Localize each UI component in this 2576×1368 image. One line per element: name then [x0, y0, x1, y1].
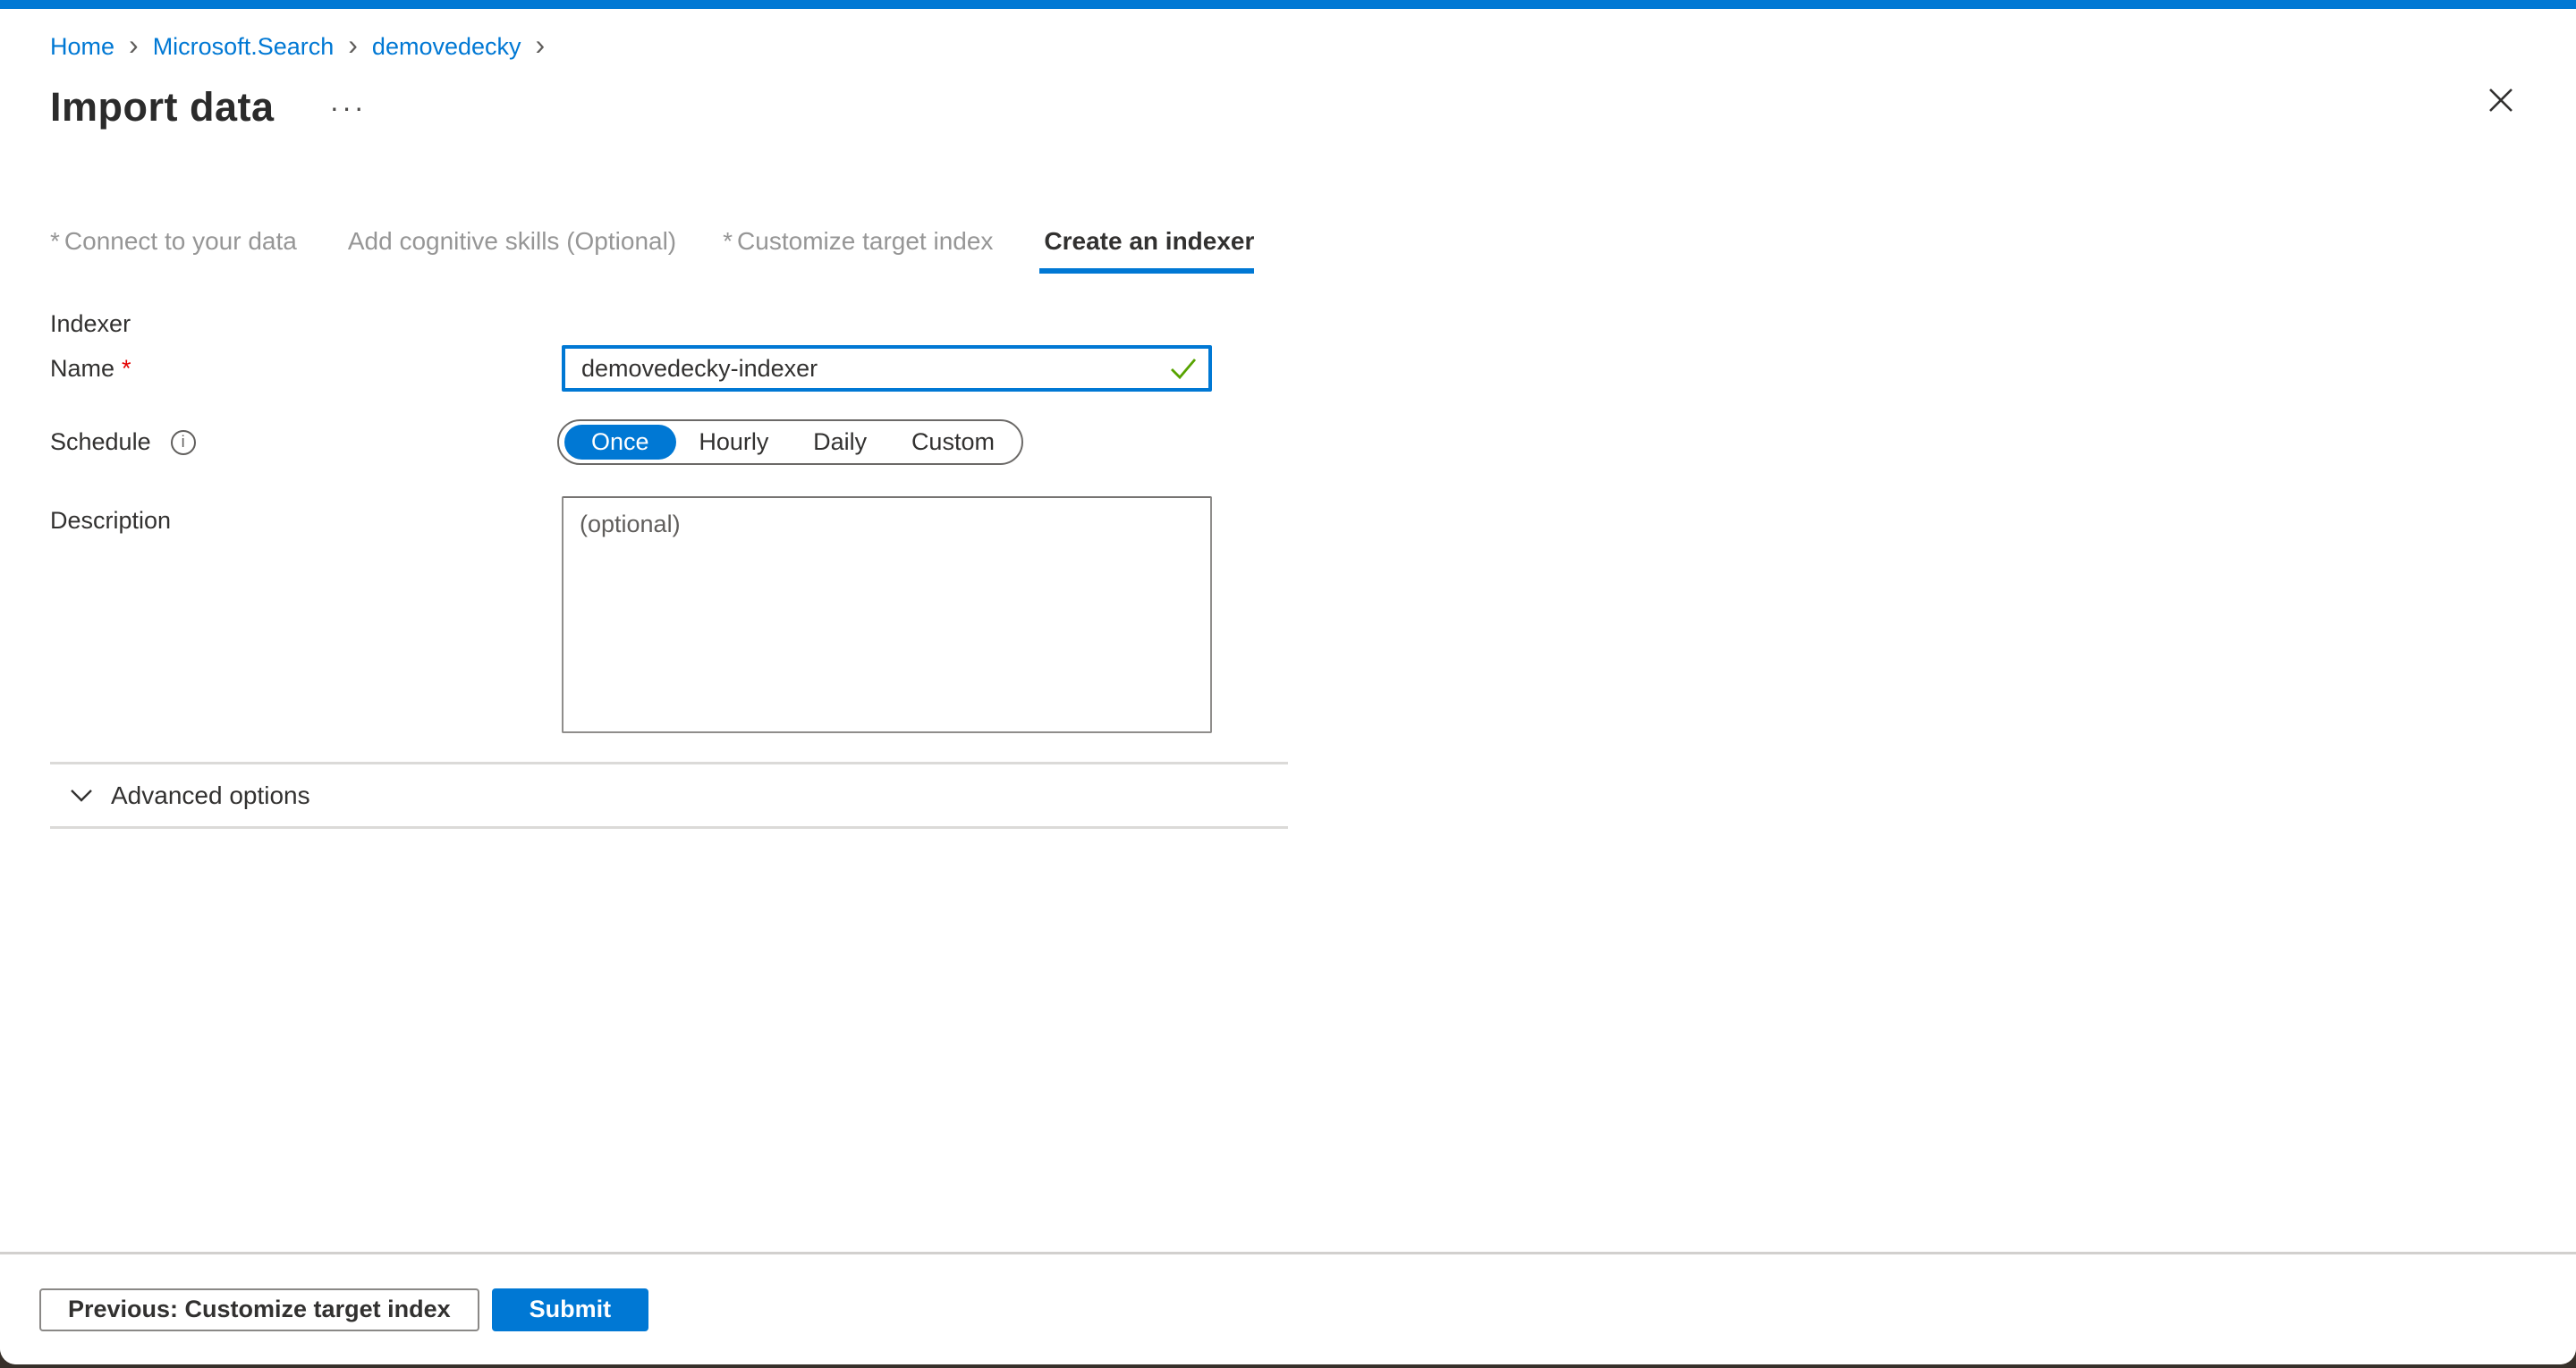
- close-icon: [2486, 85, 2516, 115]
- breadcrumb: Home › Microsoft.Search › demovedecky ›: [50, 30, 2526, 63]
- required-asterisk: *: [122, 355, 131, 383]
- import-data-panel: Home › Microsoft.Search › demovedecky › …: [0, 0, 2576, 1364]
- schedule-label: Schedule i: [50, 428, 562, 456]
- tab-label: Create an indexer: [1044, 227, 1254, 256]
- name-row: Name *: [50, 345, 2526, 392]
- schedule-option-daily[interactable]: Daily: [792, 428, 888, 456]
- description-label-text: Description: [50, 507, 171, 535]
- breadcrumb-service-link[interactable]: Microsoft.Search: [153, 33, 335, 61]
- name-label-text: Name: [50, 355, 114, 383]
- page-content: Home › Microsoft.Search › demovedecky › …: [0, 30, 2576, 829]
- schedule-row: Schedule i Once Hourly Daily Custom: [50, 419, 2526, 465]
- indexer-name-input[interactable]: [562, 345, 1212, 392]
- tab-create-an-indexer[interactable]: Create an indexer: [1039, 227, 1254, 274]
- breadcrumb-home-link[interactable]: Home: [50, 33, 114, 61]
- name-input-wrap: [562, 345, 1212, 392]
- advanced-options-toggle[interactable]: Advanced options: [50, 764, 1288, 829]
- schedule-label-text: Schedule: [50, 428, 151, 456]
- schedule-option-custom[interactable]: Custom: [890, 428, 1016, 456]
- tab-label: Customize target index: [737, 227, 993, 256]
- submit-button[interactable]: Submit: [492, 1288, 649, 1331]
- schedule-option-once[interactable]: Once: [564, 425, 676, 460]
- footer-bar: Previous: Customize target index Submit: [0, 1252, 2576, 1364]
- schedule-option-hourly[interactable]: Hourly: [677, 428, 790, 456]
- close-button[interactable]: [2481, 80, 2521, 120]
- description-row: Description: [50, 496, 2526, 733]
- advanced-options-label: Advanced options: [111, 781, 310, 810]
- breadcrumb-resource-link[interactable]: demovedecky: [372, 33, 521, 61]
- chevron-down-icon: [70, 789, 93, 802]
- info-icon[interactable]: i: [171, 430, 196, 455]
- accent-topbar: [0, 0, 2576, 9]
- indexer-section-label: Indexer: [50, 308, 2526, 340]
- chevron-right-icon: ›: [536, 31, 546, 58]
- page-title: Import data: [50, 84, 275, 131]
- tab-connect-to-your-data[interactable]: * Connect to your data: [50, 227, 297, 274]
- chevron-right-icon: ›: [348, 31, 358, 58]
- valid-checkmark-icon: [1169, 356, 1198, 385]
- tab-add-cognitive-skills[interactable]: Add cognitive skills (Optional): [343, 227, 676, 274]
- name-label: Name *: [50, 355, 562, 383]
- schedule-pill-group: Once Hourly Daily Custom: [557, 419, 1023, 465]
- tab-label: Connect to your data: [64, 227, 297, 256]
- description-textarea[interactable]: [562, 496, 1212, 733]
- description-label: Description: [50, 507, 562, 535]
- tab-required-mark: *: [50, 227, 60, 256]
- previous-button[interactable]: Previous: Customize target index: [39, 1288, 479, 1331]
- page-header: Import data ···: [50, 80, 2526, 134]
- tab-customize-target-index[interactable]: * Customize target index: [723, 227, 993, 274]
- tab-bar: * Connect to your data Add cognitive ski…: [50, 227, 2526, 274]
- tab-required-mark: *: [723, 227, 733, 256]
- more-options-button[interactable]: ···: [330, 98, 367, 116]
- chevron-right-icon: ›: [129, 31, 139, 58]
- tab-label: Add cognitive skills (Optional): [348, 227, 676, 256]
